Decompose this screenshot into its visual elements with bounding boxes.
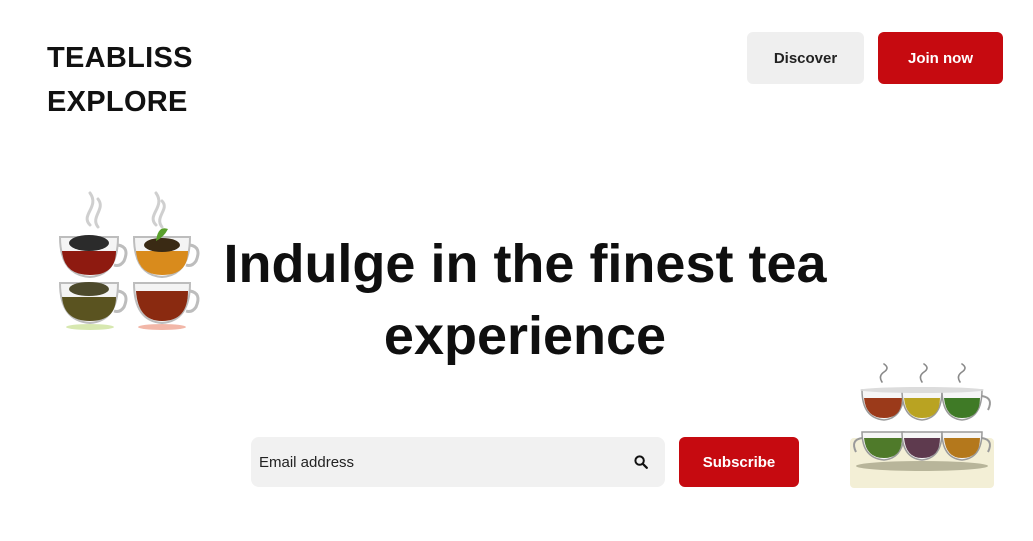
- tea-cup-green-leaf: [132, 228, 200, 279]
- brand-logo[interactable]: TEABLISS EXPLORE: [47, 36, 193, 124]
- landing-page: TEABLISS EXPLORE Discover Join now Indul…: [0, 0, 1033, 541]
- tea-cup-row-top: [860, 387, 991, 421]
- tea-cups-illustration-right: [850, 363, 994, 488]
- search-icon[interactable]: [625, 446, 657, 478]
- tea-cup-black-leaves: [58, 235, 128, 279]
- brand-line-1: TEABLISS: [47, 42, 193, 74]
- steam-icon: [85, 191, 166, 229]
- tea-cup-row-bottom: [853, 431, 991, 471]
- steam-icon: [879, 363, 966, 383]
- tea-cup-red-tea: [132, 282, 200, 325]
- brand-line-2: EXPLORE: [47, 86, 188, 118]
- tea-cup-oolong: [58, 282, 128, 325]
- hero-headline: Indulge in the finest tea experience: [223, 234, 827, 366]
- discover-button[interactable]: Discover: [747, 32, 864, 84]
- join-now-button[interactable]: Join now: [878, 32, 1003, 84]
- subscribe-button[interactable]: Subscribe: [679, 437, 799, 487]
- email-input[interactable]: [251, 437, 625, 487]
- email-field-container: [251, 437, 665, 487]
- tea-cups-illustration-left: [58, 191, 200, 330]
